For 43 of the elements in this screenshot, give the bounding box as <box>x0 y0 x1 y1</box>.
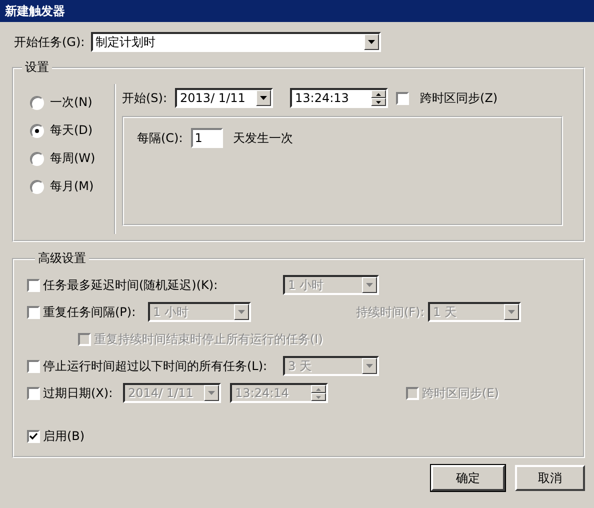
task-dropdown[interactable]: 制定计划时 <box>90 32 381 52</box>
field-label: 每隔(C): <box>137 130 183 146</box>
radio-button[interactable] <box>30 152 44 166</box>
caret-icon <box>508 310 515 314</box>
down-caret-icon <box>316 396 321 398</box>
date-picker[interactable]: 2013/ 1/11 <box>175 88 274 108</box>
cancel-button[interactable]: 取消 <box>515 465 585 491</box>
caret-icon <box>366 283 373 287</box>
checkbox-label: 停止运行时间超过以下时间的所有任务(L): <box>43 358 268 374</box>
field-label: 开始(S): <box>122 90 168 106</box>
checkbox-label: 重复任务间隔(P): <box>43 304 137 320</box>
checkbox-label: 任务最多延迟时间(随机延迟)(K): <box>43 276 219 294</box>
caret-icon <box>260 96 268 100</box>
radio-button[interactable] <box>30 96 44 110</box>
group-title: 设置 <box>24 59 50 76</box>
checkbox-label: 跨时区同步(E) <box>422 384 499 402</box>
up-caret-icon <box>316 388 321 390</box>
caret-icon <box>238 310 245 314</box>
down-caret-icon <box>376 100 382 104</box>
group-title: 高级设置 <box>37 250 87 267</box>
checkbox[interactable] <box>396 92 410 104</box>
up-caret-icon <box>376 92 382 96</box>
checkbox-label: 重复持续时间结束时停止所有运行的任务(I) <box>94 330 323 348</box>
field-label: 开始任务(G): <box>14 34 85 50</box>
caret-icon <box>208 391 215 395</box>
checkbox-label: 过期日期(X): <box>43 384 114 402</box>
checkbox-label: 跨时区同步(Z) <box>420 90 498 106</box>
checkbox-label: 启用(B) <box>43 428 85 444</box>
radio-label: 一次(N) <box>50 94 92 111</box>
caret-icon <box>366 364 373 368</box>
radio-label: 每周(W) <box>50 150 96 167</box>
field-label: 持续时间(F): <box>356 304 426 320</box>
field-suffix: 天发生一次 <box>232 130 293 146</box>
time-field[interactable]: 13:24:13 <box>290 88 388 108</box>
interval-field[interactable]: 1 <box>190 128 223 148</box>
radio-button[interactable] <box>30 180 44 194</box>
ok-button[interactable]: 确定 <box>431 465 505 491</box>
radio-label: 每天(D) <box>50 122 93 139</box>
checkbox[interactable] <box>27 430 40 442</box>
radio-label: 每月(M) <box>50 178 94 195</box>
window-title: 新建触发器 <box>5 2 65 20</box>
caret-icon <box>368 40 375 44</box>
radio-button[interactable] <box>30 124 44 138</box>
